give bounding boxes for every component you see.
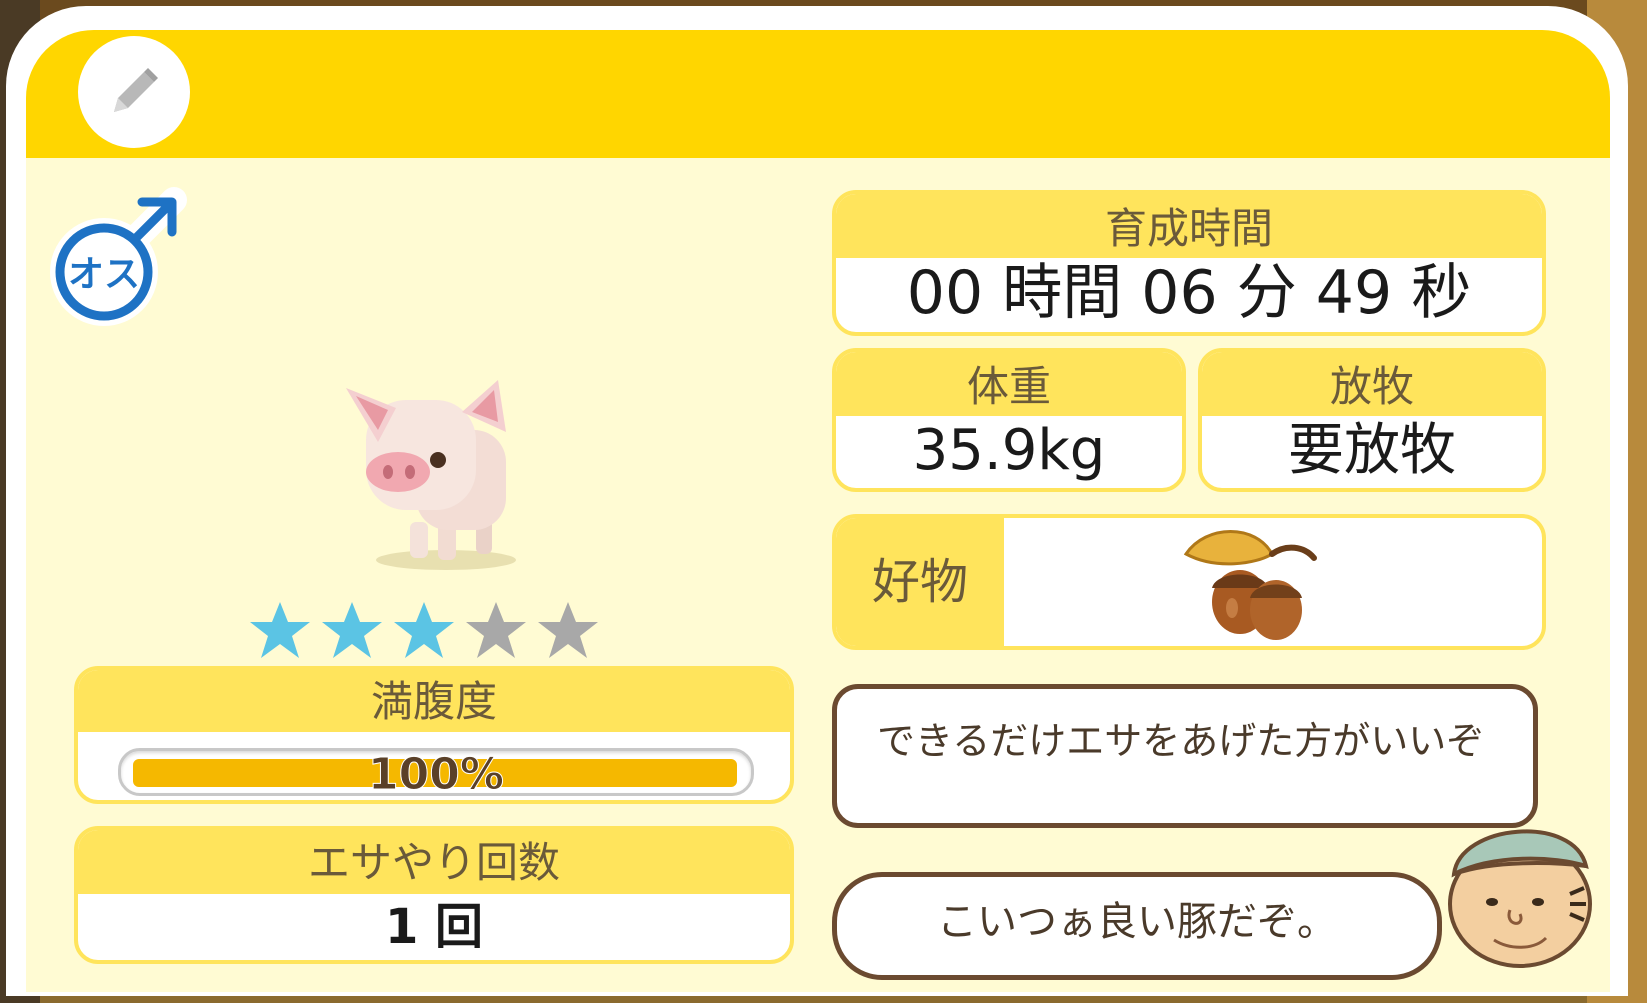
pig-icon [346, 380, 516, 570]
weight-value: 35.9kg [912, 418, 1106, 483]
weight-label: 体重 [836, 352, 1182, 416]
animal-info-panel: オス 満腹度 100% エサやり回数 1 回 育成時間 00 時間 06 分 4… [6, 6, 1628, 996]
dialogue-bubble-1: できるだけエサをあげた方がいいぞ [832, 684, 1538, 828]
gender-label: オス [68, 254, 140, 295]
star-empty-icon [466, 602, 526, 658]
panel-content: オス 満腹度 100% エサやり回数 1 回 育成時間 00 時間 06 分 4… [26, 30, 1610, 992]
dialogue-bubble-2: こいつぁ良い豚だぞ。 [832, 872, 1442, 980]
weight-box: 体重 35.9kg [832, 348, 1186, 492]
pencil-icon [114, 68, 158, 112]
star-filled-icon [322, 602, 382, 658]
hunger-value: 100% [368, 749, 505, 801]
favorite-label: 好物 [836, 518, 1004, 646]
farmer-icon [1448, 829, 1592, 968]
rating-stars [248, 598, 608, 668]
graze-label: 放牧 [1202, 352, 1542, 416]
edit-name-button[interactable] [78, 36, 190, 148]
male-symbol-icon: オス [50, 187, 187, 326]
star-filled-icon [394, 602, 454, 658]
favorite-food-box: 好物 [832, 514, 1546, 650]
grow-time-label: 育成時間 [836, 194, 1542, 258]
star-filled-icon [250, 602, 310, 658]
feed-count-box: エサやり回数 1 回 [74, 826, 794, 964]
hunger-box: 満腹度 100% [74, 666, 794, 804]
feed-count-value: 1 回 [384, 899, 484, 955]
hunger-bar: 100% [118, 748, 754, 800]
graze-box: 放牧 要放牧 [1198, 348, 1546, 492]
dialogue-line-1: できるだけエサをあげた方がいいぞ [877, 719, 1485, 763]
acorn-icon [1183, 530, 1317, 640]
header-bar [26, 30, 1610, 158]
grow-time-value: 00 時間 06 分 49 秒 [906, 258, 1472, 328]
star-empty-icon [538, 602, 598, 658]
gender-badge: オス [42, 184, 192, 334]
dialogue-line-2: こいつぁ良い豚だぞ。 [937, 899, 1337, 945]
hunger-label: 満腹度 [78, 670, 790, 732]
grow-time-box: 育成時間 00 時間 06 分 49 秒 [832, 190, 1546, 336]
graze-value: 要放牧 [1288, 418, 1456, 483]
feed-count-label: エサやり回数 [78, 830, 790, 894]
